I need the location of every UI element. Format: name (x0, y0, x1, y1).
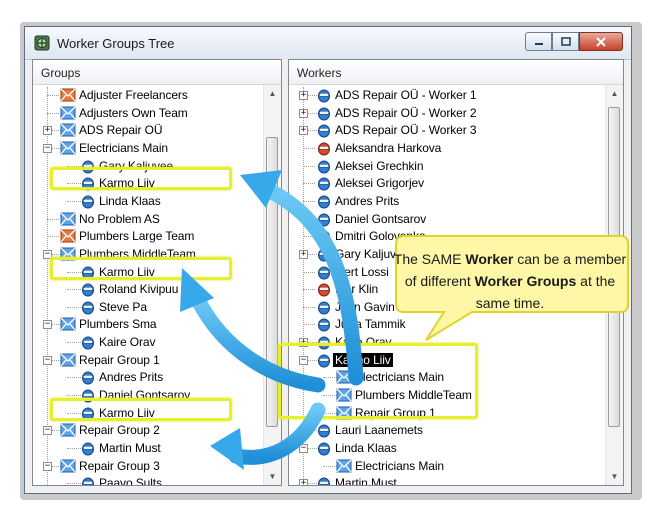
callout-bold-worker-groups: Worker Groups (474, 273, 577, 289)
arrow-to-plumbers-icon (180, 268, 326, 393)
arrow-to-repair-icon (210, 402, 326, 470)
callout-text-1: The SAME (393, 251, 466, 267)
callout-bold-worker: Worker (465, 251, 514, 267)
info-callout: The SAME Worker can be a member of diffe… (392, 235, 629, 341)
arrow-to-electricians-icon (240, 170, 364, 386)
callout-text: The SAME Worker can be a member of diffe… (392, 248, 628, 314)
